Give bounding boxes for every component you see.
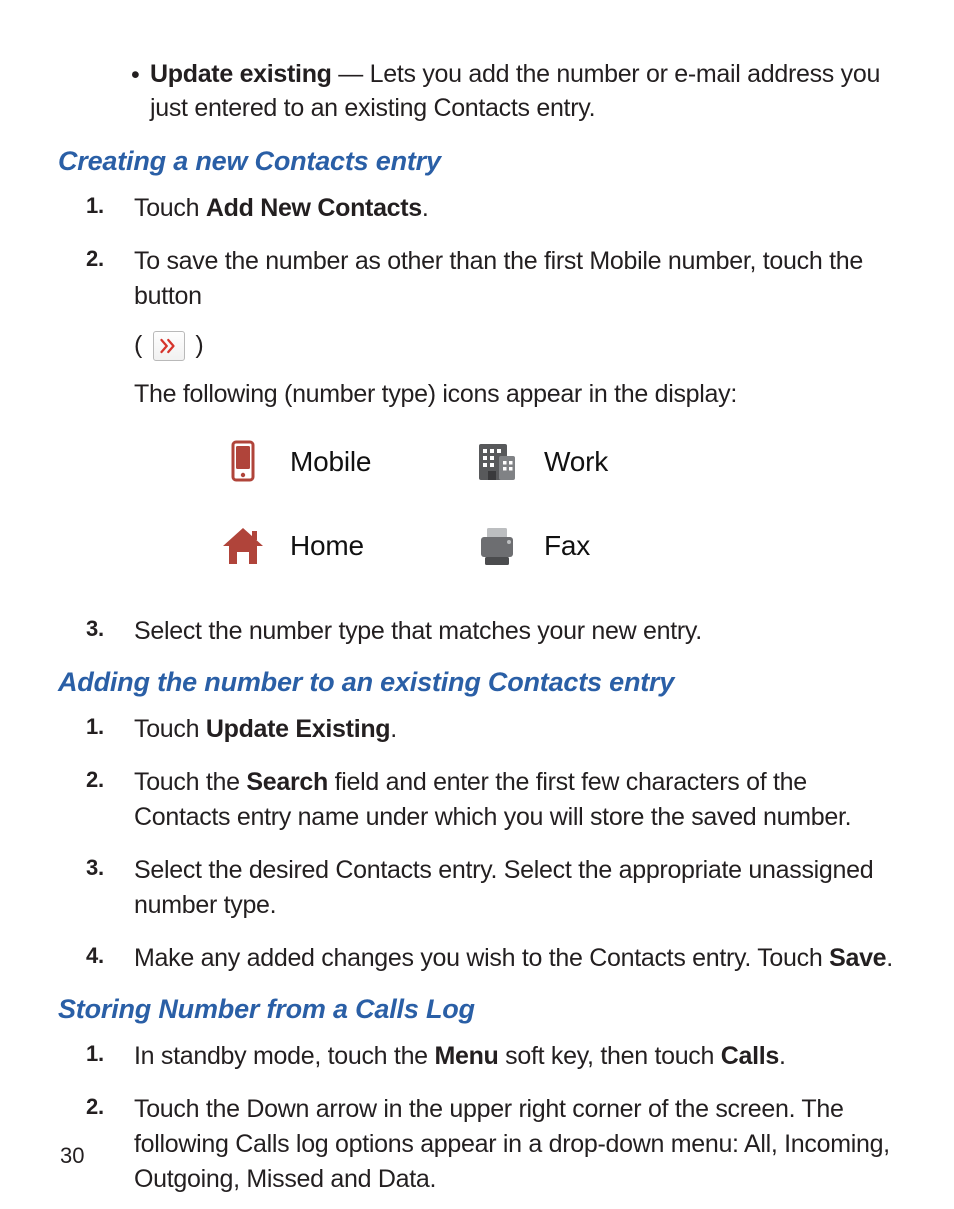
bold-text: Menu (434, 1042, 498, 1070)
list-item: 1. In standby mode, touch the Menu soft … (86, 1039, 894, 1074)
home-icon (214, 522, 272, 570)
icon-label-fax: Fax (544, 526, 704, 565)
bold-text: Calls (721, 1042, 779, 1070)
list-body: Touch the Search field and enter the fir… (134, 765, 894, 835)
text: Touch the (134, 768, 246, 796)
heading-storing: Storing Number from a Calls Log (58, 994, 894, 1025)
list-item: 3. Select the number type that matches y… (86, 614, 894, 649)
bold-text: Update Existing (206, 715, 390, 743)
bullet-item-update-existing: • Update existing — Lets you add the num… (150, 58, 894, 126)
list-body: Select the number type that matches your… (134, 614, 702, 649)
page-number: 30 (60, 1143, 84, 1169)
list-number: 1. (86, 712, 134, 740)
list-number: 1. (86, 191, 134, 219)
bullet-sep: — (332, 60, 370, 88)
list-number: 2. (86, 244, 134, 272)
text: . (886, 944, 893, 972)
bold-text: Add New Contacts (206, 194, 422, 222)
icon-label-work: Work (544, 442, 704, 481)
mobile-icon (214, 438, 272, 486)
inline-button-row: ( ) (134, 328, 894, 363)
list-body: Make any added changes you wish to the C… (134, 941, 893, 976)
heading-creating: Creating a new Contacts entry (58, 146, 894, 177)
double-chevron-button (149, 331, 189, 361)
text: Touch (134, 194, 206, 222)
text: . (390, 715, 397, 743)
icon-label-home: Home (290, 526, 450, 565)
list-body: In standby mode, touch the Menu soft key… (134, 1039, 786, 1074)
text: . (422, 194, 429, 222)
fax-icon (468, 522, 526, 570)
bullet-lead: Update existing (150, 60, 332, 88)
paren-close: ) (195, 331, 203, 359)
list-creating: 1. Touch Add New Contacts. 2. To save th… (86, 191, 894, 649)
list-adding: 1. Touch Update Existing. 2. Touch the S… (86, 712, 894, 976)
manual-page: • Update existing — Lets you add the num… (0, 0, 954, 1209)
list-number: 2. (86, 765, 134, 793)
list-item: 3. Select the desired Contacts entry. Se… (86, 853, 894, 923)
icon-label-mobile: Mobile (290, 442, 450, 481)
text: . (779, 1042, 786, 1070)
heading-adding: Adding the number to an existing Contact… (58, 667, 894, 698)
list-item: 2. Touch the Search field and enter the … (86, 765, 894, 835)
list-storing: 1. In standby mode, touch the Menu soft … (86, 1039, 894, 1197)
number-type-icon-grid: Mobile (214, 438, 894, 570)
paren-open: ( (134, 331, 149, 359)
text: To save the number as other than the fir… (134, 244, 894, 314)
text: soft key, then touch (499, 1042, 721, 1070)
double-chevron-right-icon (160, 338, 178, 354)
bold-text: Save (829, 944, 886, 972)
list-body: Touch Add New Contacts. (134, 191, 429, 226)
list-item: 1. Touch Update Existing. (86, 712, 894, 747)
bold-text: Search (246, 768, 328, 796)
list-item: 2. Touch the Down arrow in the upper rig… (86, 1092, 894, 1197)
list-number: 4. (86, 941, 134, 969)
work-icon (468, 438, 526, 486)
text: Make any added changes you wish to the C… (134, 944, 829, 972)
list-body: Touch the Down arrow in the upper right … (134, 1092, 894, 1197)
list-item: 1. Touch Add New Contacts. (86, 191, 894, 226)
list-number: 3. (86, 614, 134, 642)
text: In standby mode, touch the (134, 1042, 434, 1070)
list-number: 2. (86, 1092, 134, 1120)
text: Touch (134, 715, 206, 743)
list-body: Touch Update Existing. (134, 712, 397, 747)
list-item: 2. To save the number as other than the … (86, 244, 894, 596)
list-number: 1. (86, 1039, 134, 1067)
button-frame (153, 331, 185, 361)
text: The following (number type) icons appear… (134, 377, 894, 412)
bullet-dot: • (131, 59, 139, 93)
list-number: 3. (86, 853, 134, 881)
list-item: 4. Make any added changes you wish to th… (86, 941, 894, 976)
list-body: To save the number as other than the fir… (134, 244, 894, 596)
list-body: Select the desired Contacts entry. Selec… (134, 853, 894, 923)
bullet-list: • Update existing — Lets you add the num… (150, 58, 894, 126)
